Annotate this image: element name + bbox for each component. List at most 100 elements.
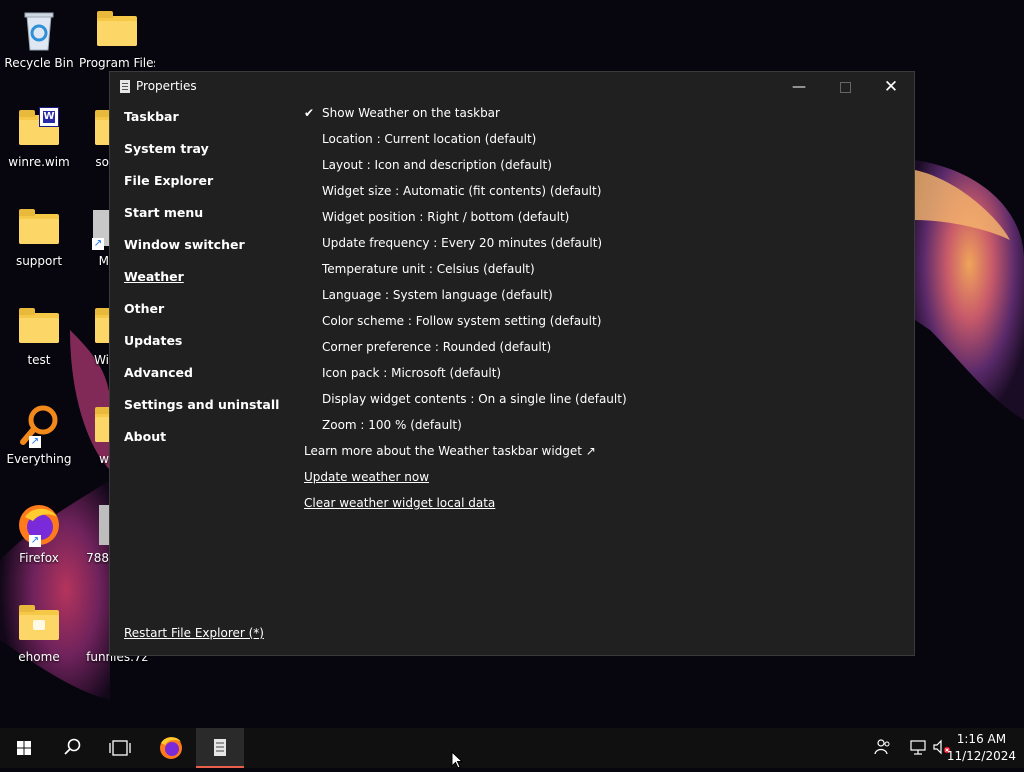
- folder-icon: [17, 305, 61, 349]
- mouse-cursor-icon: [451, 750, 465, 772]
- desktop-icon-w[interactable]: w: [79, 404, 109, 466]
- checkmark-icon: ✔: [304, 106, 315, 120]
- search-button[interactable]: [48, 728, 96, 768]
- desktop-icon-test[interactable]: test: [1, 305, 77, 367]
- folder-icon: [79, 404, 109, 448]
- option-label: Location : Current location (default): [322, 132, 537, 146]
- search-icon: [64, 738, 81, 755]
- option-label: Color scheme : Follow system setting (de…: [322, 314, 602, 328]
- option-widget-size[interactable]: Widget size : Automatic (fit contents) (…: [304, 182, 627, 208]
- option-widget-position[interactable]: Widget position : Right / bottom (defaul…: [304, 208, 627, 234]
- desktop-icon-label: 788: [86, 551, 109, 565]
- nav-item-taskbar[interactable]: Taskbar: [124, 108, 279, 140]
- desktop-icon-label: so: [95, 155, 109, 169]
- properties-app-icon: [120, 80, 130, 93]
- option-label: Layout : Icon and description (default): [322, 158, 552, 172]
- option-icon-pack[interactable]: Icon pack : Microsoft (default): [304, 364, 627, 390]
- option-label: Corner preference : Rounded (default): [322, 340, 552, 354]
- folder-icon: [79, 305, 109, 349]
- nav-item-label: Weather: [124, 269, 184, 284]
- option-show-weather[interactable]: ✔ Show Weather on the taskbar: [304, 104, 627, 130]
- desktop-icon-label: w: [99, 452, 109, 466]
- nav-item-label: Updates: [124, 333, 183, 348]
- close-button[interactable]: ✕: [868, 72, 914, 102]
- learn-more-link[interactable]: Learn more about the Weather taskbar wid…: [304, 442, 627, 468]
- desktop-icon-wi[interactable]: Wi: [79, 305, 109, 367]
- desktop-icon-so[interactable]: so: [79, 107, 109, 169]
- close-icon: ✕: [883, 77, 899, 97]
- nav-item-window-switcher[interactable]: Window switcher: [124, 236, 279, 268]
- option-label: Widget size : Automatic (fit contents) (…: [322, 184, 602, 198]
- desktop-icon-label: support: [15, 254, 63, 268]
- document-icon: ↗: [79, 206, 109, 250]
- link-label: Clear weather widget local data: [304, 496, 496, 510]
- nav-item-file-explorer[interactable]: File Explorer: [124, 172, 279, 204]
- nav-item-label: About: [124, 429, 167, 444]
- taskbar: 1:16 AM 11/12/2024: [0, 728, 1024, 768]
- desktop-icon-label: Program Files: [79, 56, 155, 70]
- option-update-frequency[interactable]: Update frequency : Every 20 minutes (def…: [304, 234, 627, 260]
- desktop-icon-788[interactable]: 788: [79, 503, 109, 565]
- nav-item-system-tray[interactable]: System tray: [124, 140, 279, 172]
- firefox-icon: ↗: [17, 503, 61, 547]
- nav-item-label: System tray: [124, 141, 209, 156]
- minimize-button[interactable]: —: [776, 72, 822, 102]
- clear-weather-data-link[interactable]: Clear weather widget local data: [304, 494, 627, 520]
- desktop-icon-label: Everything: [6, 452, 72, 466]
- folder-icon: [17, 206, 61, 250]
- option-label: Update frequency : Every 20 minutes (def…: [322, 236, 603, 250]
- nav-item-settings-and-uninstall[interactable]: Settings and uninstall: [124, 396, 279, 428]
- shortcut-arrow-icon: ↗: [92, 238, 104, 250]
- restart-file-explorer-link[interactable]: Restart File Explorer (*): [124, 626, 264, 640]
- minimize-icon: —: [792, 79, 806, 95]
- nav-item-label: Settings and uninstall: [124, 397, 280, 412]
- people-icon[interactable]: [874, 738, 892, 760]
- desktop-icon-label: ehome: [18, 650, 60, 664]
- nav-item-about[interactable]: About: [124, 428, 279, 460]
- update-weather-now-link[interactable]: Update weather now: [304, 468, 627, 494]
- task-view-icon: [109, 740, 131, 756]
- desktop-icon-label: Firefox: [19, 551, 59, 565]
- everything-search-icon: ↗: [17, 404, 61, 448]
- start-button[interactable]: [0, 728, 48, 768]
- desktop-icon-support[interactable]: support: [1, 206, 77, 268]
- maximize-button[interactable]: [822, 72, 868, 102]
- option-language[interactable]: Language : System language (default): [304, 286, 627, 312]
- link-label: Update weather now: [304, 470, 430, 484]
- windows-logo-icon: [17, 741, 31, 755]
- option-corner-preference[interactable]: Corner preference : Rounded (default): [304, 338, 627, 364]
- nav-item-advanced[interactable]: Advanced: [124, 364, 279, 396]
- nav-item-label: Advanced: [124, 365, 193, 380]
- taskbar-firefox[interactable]: [147, 728, 195, 768]
- option-label: Widget position : Right / bottom (defaul…: [322, 210, 570, 224]
- option-temperature-unit[interactable]: Temperature unit : Celsius (default): [304, 260, 627, 286]
- desktop-icon-ehome[interactable]: ehome: [1, 602, 77, 664]
- nav-item-weather[interactable]: Weather: [124, 268, 279, 300]
- file-icon: [79, 503, 109, 547]
- option-layout[interactable]: Layout : Icon and description (default): [304, 156, 627, 182]
- desktop-icon-label: winre.wim: [8, 155, 70, 169]
- option-color-scheme[interactable]: Color scheme : Follow system setting (de…: [304, 312, 627, 338]
- desktop-icon-everything[interactable]: ↗ Everything: [1, 404, 77, 466]
- taskbar-clock[interactable]: 1:16 AM 11/12/2024: [947, 731, 1016, 765]
- option-display-widget-contents[interactable]: Display widget contents : On a single li…: [304, 390, 627, 416]
- desktop-icon-firefox[interactable]: ↗ Firefox: [1, 503, 77, 565]
- title-bar[interactable]: Properties — ✕: [110, 72, 914, 102]
- option-location[interactable]: Location : Current location (default): [304, 130, 627, 156]
- desktop-icon-m[interactable]: ↗ M: [79, 206, 109, 268]
- desktop-icon-label: Recycle Bin: [4, 56, 74, 70]
- desktop-icon-recycle-bin[interactable]: Recycle Bin: [1, 8, 77, 70]
- nav-item-start-menu[interactable]: Start menu: [124, 204, 279, 236]
- network-icon[interactable]: [909, 738, 929, 760]
- task-view-button[interactable]: [96, 728, 144, 768]
- desktop-icon-winre-wim[interactable]: W winre.wim: [1, 107, 77, 169]
- desktop-icon-program-files[interactable]: Program Files: [79, 8, 155, 70]
- desktop-icon-label: Wi: [94, 353, 109, 367]
- link-label: Learn more about the Weather taskbar wid…: [304, 444, 596, 458]
- nav-item-updates[interactable]: Updates: [124, 332, 279, 364]
- option-zoom[interactable]: Zoom : 100 % (default): [304, 416, 627, 442]
- nav-item-label: Start menu: [124, 205, 204, 220]
- taskbar-properties[interactable]: [196, 728, 244, 768]
- nav-item-label: Window switcher: [124, 237, 245, 252]
- nav-item-other[interactable]: Other: [124, 300, 279, 332]
